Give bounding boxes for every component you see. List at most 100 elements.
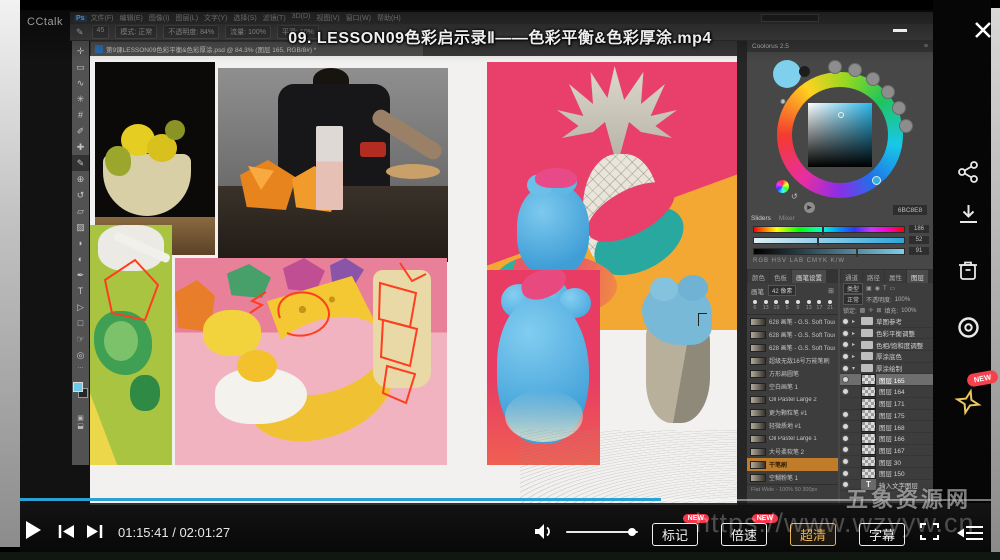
ps-menu-item[interactable]: 窗口(W) bbox=[346, 13, 371, 23]
eye-icon[interactable] bbox=[842, 388, 849, 395]
panel-tab[interactable]: 颜色 bbox=[748, 270, 769, 283]
ps-menu-item[interactable]: 图层(L) bbox=[175, 13, 198, 23]
panel-tab[interactable]: 画笔设置 bbox=[792, 270, 826, 283]
brush-item[interactable]: 更为颗粒笔 #1 bbox=[747, 406, 838, 419]
panel-tab[interactable]: 通道 bbox=[841, 270, 862, 283]
magic-wand-tool[interactable]: ✳ bbox=[72, 91, 89, 107]
filter-pixel-icon[interactable]: ▣ bbox=[866, 285, 872, 292]
wheel-option-icon[interactable] bbox=[899, 119, 913, 133]
type-tool[interactable]: T bbox=[72, 283, 89, 299]
opacity-value[interactable]: 100% bbox=[895, 297, 910, 303]
screen-mode-icon[interactable]: ⬓ bbox=[77, 422, 84, 430]
brush-tip[interactable]: 13 bbox=[762, 300, 770, 311]
expand-arrow-icon[interactable]: ▸ bbox=[852, 341, 858, 348]
ps-menu-item[interactable]: 图像(I) bbox=[149, 13, 170, 23]
blend-mode-dropdown[interactable]: 正常 bbox=[843, 294, 863, 305]
brush-item[interactable]: 空白画笔 1 bbox=[747, 380, 838, 393]
expand-arrow-icon[interactable]: ▾ bbox=[852, 365, 858, 372]
brush-item[interactable]: Oil Pastel Large 1 bbox=[747, 432, 838, 445]
eraser-tool[interactable]: ▱ bbox=[72, 203, 89, 219]
brush-item[interactable]: 628 画笔 - G.S. Soft Touch 3 bbox=[747, 315, 838, 328]
expand-arrow-icon[interactable]: ▸ bbox=[852, 318, 858, 325]
close-icon[interactable] bbox=[972, 19, 994, 41]
brush-tool[interactable]: ✎ bbox=[72, 155, 89, 171]
layer-row[interactable]: ▸ 草图参考 bbox=[840, 316, 933, 328]
brightness-slider[interactable] bbox=[753, 248, 905, 255]
eye-icon[interactable] bbox=[842, 458, 849, 465]
layer-row[interactable]: ▸ 色彩平衡调整 bbox=[840, 328, 933, 340]
crop-tool[interactable]: # bbox=[72, 107, 89, 123]
filter-shape-icon[interactable]: ▭ bbox=[890, 285, 896, 292]
brush-tip[interactable]: 17 bbox=[816, 300, 824, 311]
layer-row[interactable]: ▸ 色相/饱和度调整 bbox=[840, 339, 933, 351]
path-select-tool[interactable]: ▷ bbox=[72, 299, 89, 315]
brush-item[interactable]: 干笔刷 bbox=[747, 458, 838, 471]
brush-item[interactable]: 方形扁圆笔 bbox=[747, 367, 838, 380]
ps-menu-item[interactable]: 视图(V) bbox=[316, 13, 339, 23]
wheel-option-icon[interactable] bbox=[848, 63, 862, 77]
brush-item[interactable]: 628 画笔 - G.S. Soft Touch 5 bbox=[747, 341, 838, 354]
ps-menu-item[interactable]: 文件(F) bbox=[91, 13, 114, 23]
filter-adjust-icon[interactable]: ◉ bbox=[875, 285, 880, 292]
eye-icon[interactable] bbox=[842, 365, 849, 372]
layer-row[interactable]: 图层 171 bbox=[840, 398, 933, 410]
hex-value-field[interactable]: 6BC8E8 bbox=[893, 205, 927, 215]
tab-mixer[interactable]: Mixer bbox=[779, 215, 795, 222]
brightness-slider-thumb[interactable] bbox=[856, 248, 858, 257]
blur-tool[interactable]: ◗ bbox=[72, 235, 89, 251]
brush-tip[interactable]: 6 bbox=[751, 300, 759, 311]
gamut-icon[interactable]: ✺ bbox=[780, 98, 786, 106]
eye-icon[interactable] bbox=[842, 446, 849, 453]
ps-search-box[interactable] bbox=[761, 14, 819, 22]
wheel-option-icon[interactable] bbox=[866, 72, 880, 86]
brush-tip[interactable]: 9 bbox=[794, 300, 802, 311]
brush-item[interactable]: 628 画笔 - G.S. Soft Touch 4 bbox=[747, 328, 838, 341]
layer-row[interactable]: 图层 164 bbox=[840, 386, 933, 398]
quick-mask-icon[interactable]: ▣ bbox=[77, 414, 84, 422]
layer-row[interactable]: 图层 167 bbox=[840, 445, 933, 457]
eye-icon[interactable] bbox=[842, 353, 849, 360]
layer-row[interactable]: 图层 166 bbox=[840, 433, 933, 445]
layer-row[interactable]: ▾ 厚涂绘制 bbox=[840, 363, 933, 375]
reset-icon[interactable]: ↺ bbox=[791, 192, 798, 201]
expand-arrow-icon[interactable]: ▸ bbox=[852, 330, 858, 337]
panel-tab[interactable]: 色板 bbox=[770, 270, 791, 283]
previous-color-swatch[interactable] bbox=[799, 66, 810, 77]
eye-icon[interactable] bbox=[842, 411, 849, 418]
brush-tip[interactable]: 13 bbox=[805, 300, 813, 311]
share-icon[interactable] bbox=[956, 160, 981, 185]
next-button[interactable] bbox=[86, 524, 103, 539]
wheel-option-icon[interactable] bbox=[892, 101, 906, 115]
lock-transparent-icon[interactable]: ▩ bbox=[860, 307, 866, 314]
panel-tab[interactable]: 路径 bbox=[863, 270, 884, 283]
expand-arrow-icon[interactable]: ▸ bbox=[852, 353, 858, 360]
color-wheel-mode-icon[interactable] bbox=[776, 180, 789, 193]
layer-row[interactable]: 图层 168 bbox=[840, 421, 933, 433]
panel-tab[interactable]: 图层 bbox=[907, 270, 928, 283]
record-icon[interactable] bbox=[956, 315, 981, 340]
ps-menu-item[interactable]: 帮助(H) bbox=[377, 13, 401, 23]
lock-all-icon[interactable]: ⊠ bbox=[876, 307, 881, 314]
minimize-button[interactable] bbox=[893, 29, 907, 32]
brush-item[interactable]: 轻微质地 #1 bbox=[747, 419, 838, 432]
mark-button[interactable]: 标记 NEW bbox=[652, 523, 698, 546]
wheel-option-icon[interactable] bbox=[881, 85, 895, 99]
eye-icon[interactable] bbox=[842, 423, 849, 430]
clone-stamp-tool[interactable]: ⊕ bbox=[72, 171, 89, 187]
previous-button[interactable] bbox=[58, 524, 75, 539]
ps-canvas[interactable] bbox=[90, 56, 737, 505]
ps-menu-item[interactable]: 编辑(E) bbox=[120, 13, 143, 23]
volume-icon[interactable] bbox=[534, 523, 554, 540]
zoom-tool[interactable]: ◎ bbox=[72, 347, 89, 363]
color-mode-labels[interactable]: RGB HSV LAB CMYK K/W bbox=[753, 258, 845, 264]
eye-icon[interactable] bbox=[842, 470, 849, 477]
hue-marker[interactable] bbox=[872, 176, 881, 185]
tab-sliders[interactable]: Sliders bbox=[751, 215, 771, 222]
fill-value[interactable]: 100% bbox=[901, 308, 916, 314]
ps-menu-item[interactable]: 选择(S) bbox=[233, 13, 256, 23]
current-color-swatch[interactable] bbox=[773, 60, 801, 88]
wheel-option-icon[interactable] bbox=[828, 60, 842, 74]
foreground-color-swatch[interactable] bbox=[73, 382, 83, 392]
marquee-tool[interactable]: ▭ bbox=[72, 59, 89, 75]
brush-tip[interactable]: 21 bbox=[826, 300, 834, 311]
